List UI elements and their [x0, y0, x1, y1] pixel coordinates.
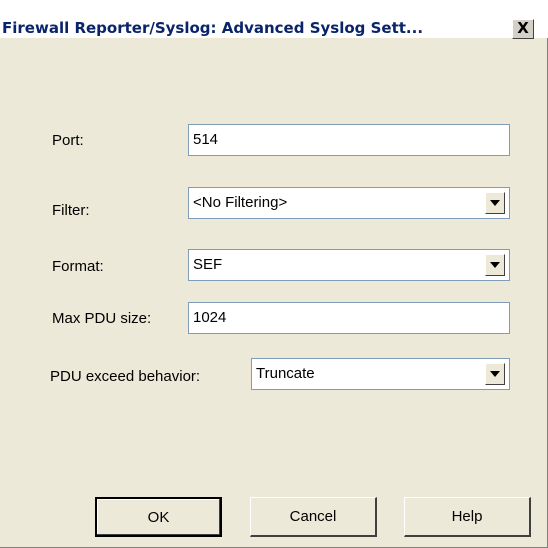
max-pdu-input[interactable]: 1024: [188, 302, 510, 334]
port-label: Port:: [52, 132, 84, 149]
help-button[interactable]: Help: [404, 497, 531, 537]
max-pdu-label: Max PDU size:: [52, 310, 152, 327]
cancel-button[interactable]: Cancel: [250, 497, 377, 537]
window-title: Firewall Reporter/Syslog: Advanced Syslo…: [2, 19, 424, 37]
pdu-exceed-select[interactable]: Truncate: [251, 358, 510, 390]
title-bar: Firewall Reporter/Syslog: Advanced Syslo…: [0, 0, 548, 39]
chevron-down-icon[interactable]: [485, 254, 505, 276]
format-select[interactable]: SEF: [188, 249, 510, 281]
filter-label: Filter:: [52, 202, 90, 219]
filter-select[interactable]: <No Filtering>: [188, 187, 510, 219]
format-selected-value: SEF: [193, 256, 223, 273]
close-button[interactable]: X: [512, 19, 534, 39]
ok-button[interactable]: OK: [95, 497, 222, 537]
chevron-down-icon[interactable]: [485, 363, 505, 385]
pdu-exceed-label: PDU exceed behavior:: [50, 368, 201, 385]
close-icon: X: [517, 19, 529, 37]
filter-selected-value: <No Filtering>: [193, 194, 288, 211]
format-label: Format:: [52, 258, 104, 275]
pdu-exceed-selected-value: Truncate: [256, 365, 315, 382]
chevron-down-icon[interactable]: [485, 192, 505, 214]
port-input[interactable]: 514: [188, 124, 510, 156]
advanced-syslog-dialog: Firewall Reporter/Syslog: Advanced Syslo…: [0, 0, 548, 548]
